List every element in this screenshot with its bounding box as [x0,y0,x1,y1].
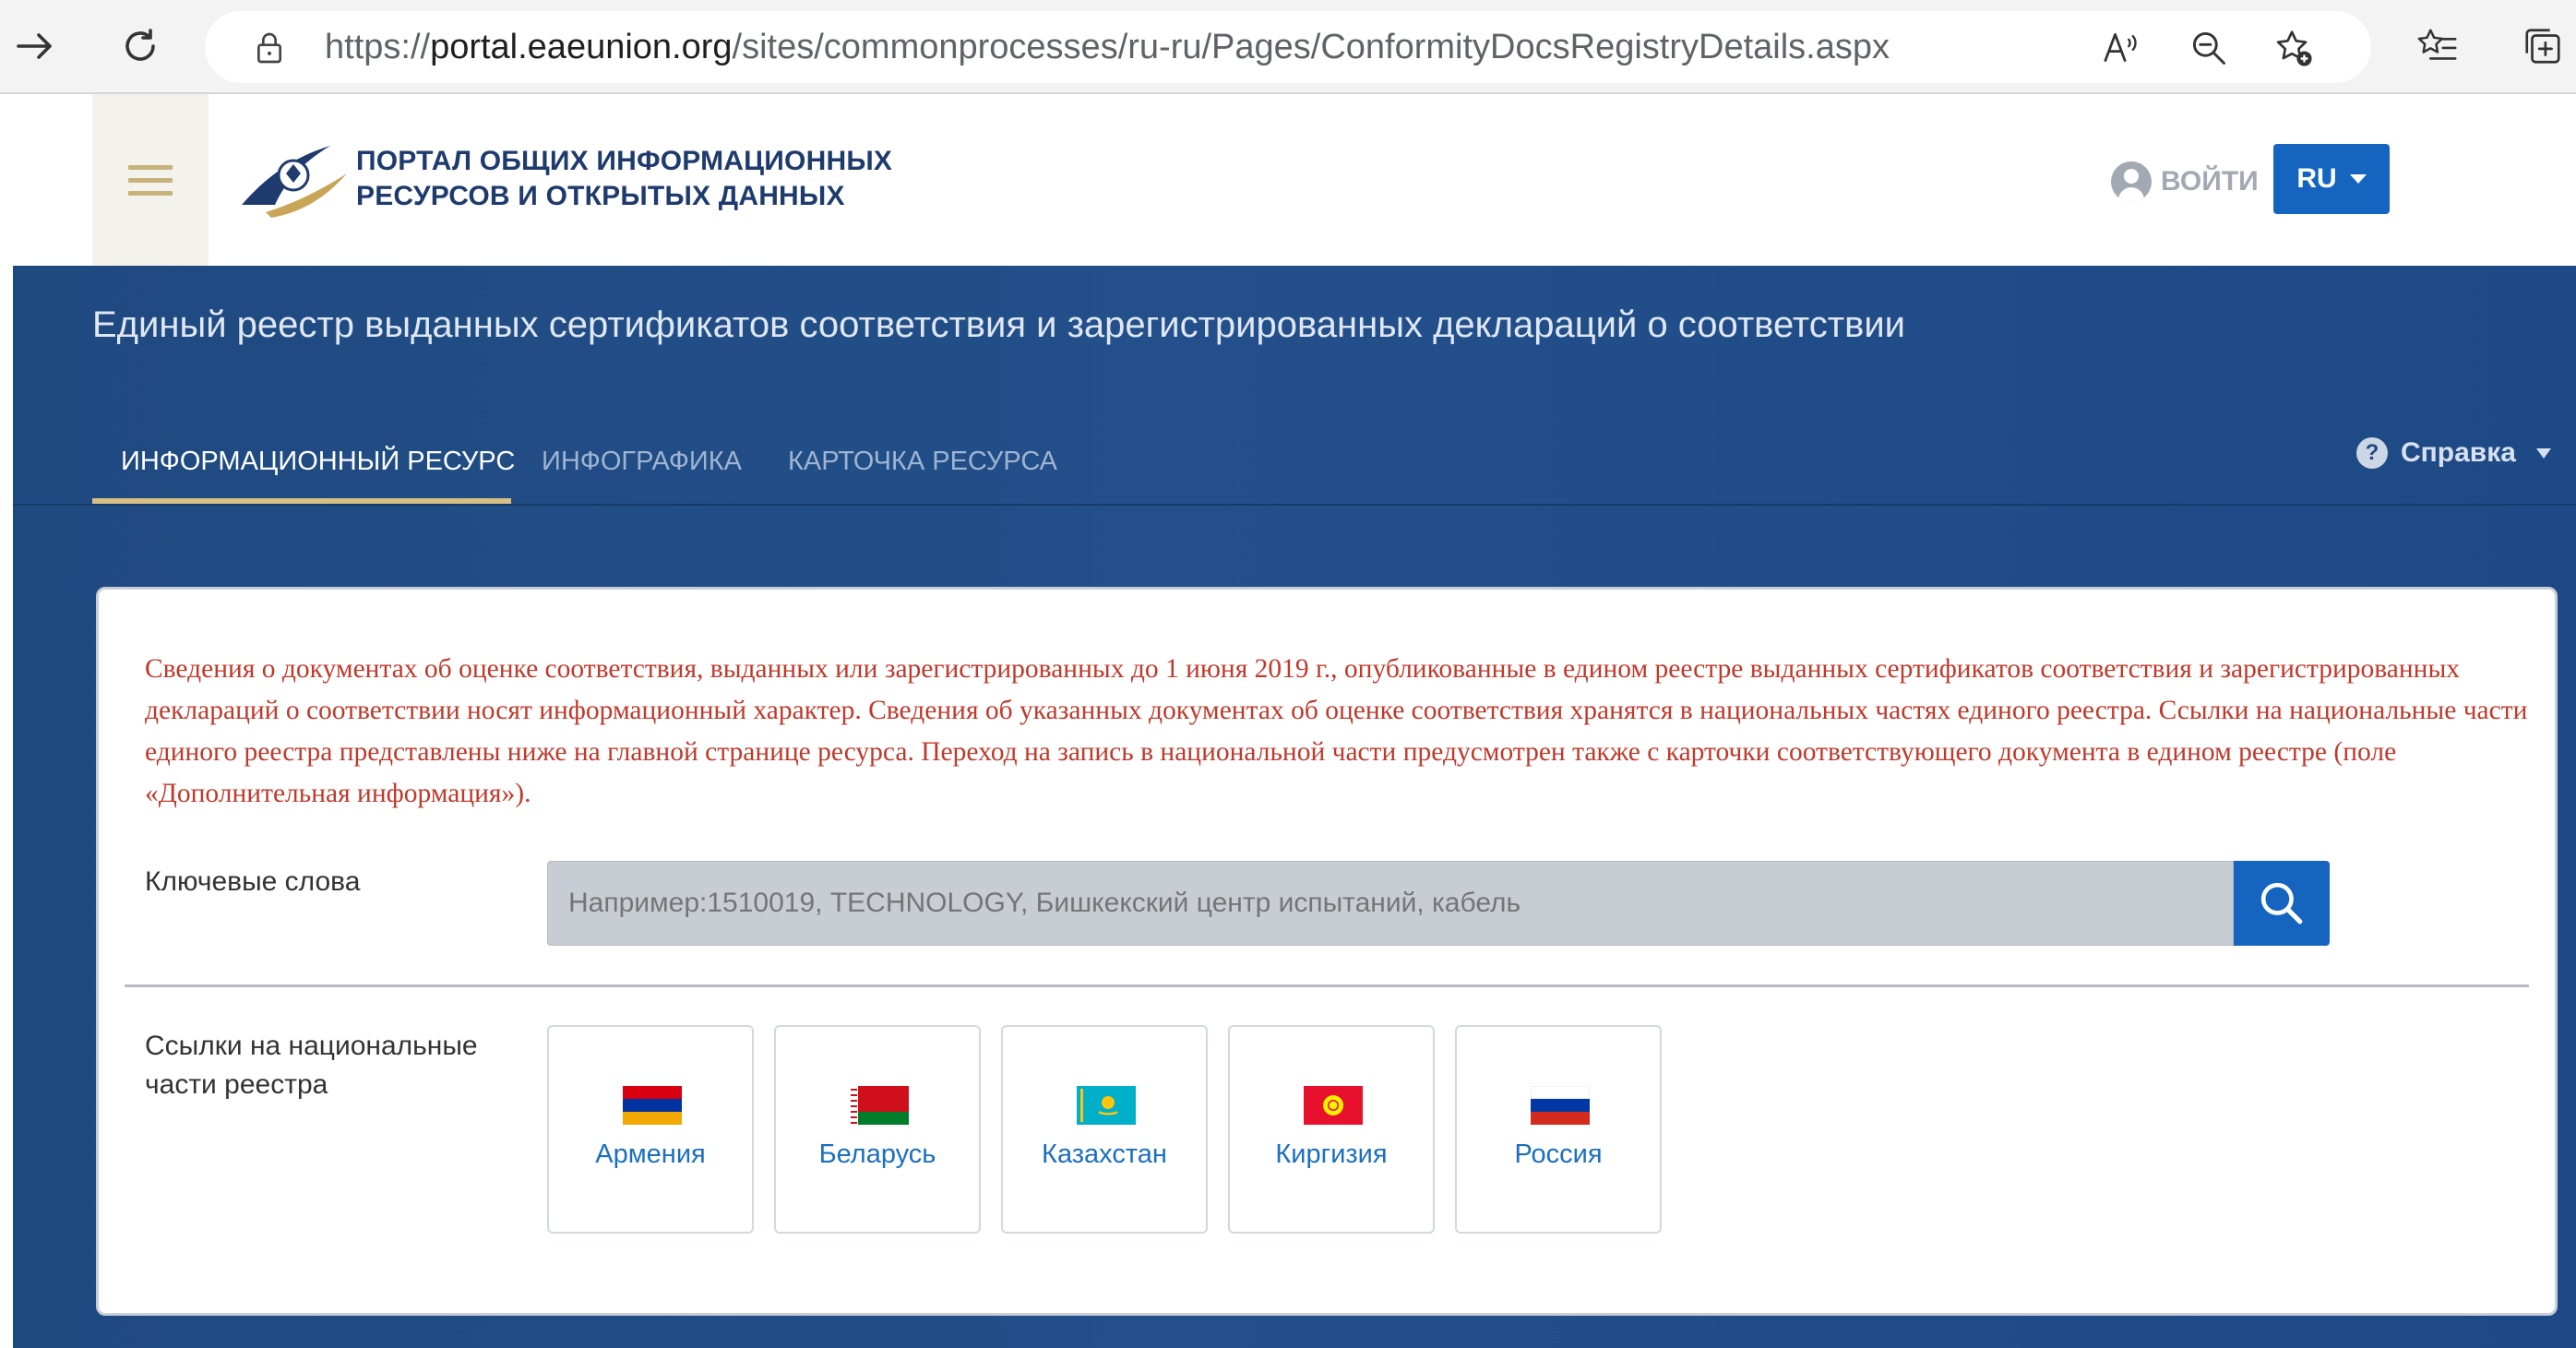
belarus-flag-icon [850,1086,909,1125]
keywords-search-input[interactable] [547,861,2234,946]
disclaimer-notice: Сведения о документах об оценке соответс… [145,654,2528,808]
tabs-divider [13,504,2576,506]
active-tab-indicator [92,498,511,504]
kazakhstan-flag-icon [1077,1086,1136,1125]
url-text[interactable]: https://portal.eaeunion.org/sites/common… [325,29,1890,66]
zoom-out-icon [2192,31,2225,65]
favorites-button[interactable] [2410,18,2465,74]
add-favorite-button[interactable] [2272,26,2316,70]
country-link-kyrgyzstan[interactable]: Киргизия [1228,1025,1435,1234]
reload-button[interactable] [107,13,173,79]
read-aloud-icon [2104,32,2137,63]
country-name: Армения [595,1139,706,1169]
menu-button[interactable] [92,94,209,266]
question-icon: ? [2356,437,2388,469]
russia-flag-icon [1531,1086,1590,1125]
star-add-icon [2276,30,2312,66]
hamburger-icon [128,157,173,204]
section-divider [125,984,2529,987]
login-button[interactable]: ВОЙТИ [2111,161,2259,203]
search-icon [2260,882,2303,925]
reload-icon [125,29,155,61]
portal-title[interactable]: ПОРТАЛ ОБЩИХ ИНФОРМАЦИОННЫХ РЕСУРСОВ И О… [356,144,892,214]
zoom-out-button[interactable] [2187,26,2231,70]
tab-resource-card[interactable]: КАРТОЧКА РЕСУРСА [788,439,1057,504]
armenia-flag-icon [623,1086,682,1125]
forward-button[interactable] [2,13,68,79]
browser-toolbar: https://portal.eaeunion.org/sites/common… [0,0,2576,94]
tab-infographics[interactable]: ИНФОГРАФИКА [542,439,742,504]
address-bar[interactable]: https://portal.eaeunion.org/sites/common… [205,11,2371,83]
page-title: Единый реестр выданных сертификатов соот… [92,304,1905,345]
country-link-belarus[interactable]: Беларусь [774,1025,981,1234]
caret-down-icon [2349,174,2367,184]
country-link-armenia[interactable]: Армения [547,1025,754,1234]
user-icon [2111,161,2152,202]
national-links-label: Ссылки на национальные части реестра [145,1031,478,1100]
help-label: Справка [2401,437,2516,468]
favorites-list-icon [2417,29,2457,60]
registry-section: Единый реестр выданных сертификатов соот… [13,266,2576,1348]
forward-arrow-icon [17,33,52,59]
login-label: ВОЙТИ [2161,166,2259,197]
eaeu-logo[interactable] [238,140,351,218]
collections-button[interactable] [2515,18,2570,74]
country-name: Беларусь [818,1139,936,1169]
country-name: Казахстан [1042,1139,1167,1169]
registry-card: Сведения о документах об оценке соответс… [96,587,2558,1316]
country-link-russia[interactable]: Россия [1455,1025,1662,1234]
country-name: Киргизия [1275,1139,1388,1169]
kyrgyzstan-flag-icon [1304,1086,1363,1125]
lock-icon [257,32,281,64]
keywords-label: Ключевые слова [145,866,361,897]
search-button[interactable] [2234,861,2330,946]
country-link-kazakhstan[interactable]: Казахстан [1001,1025,1208,1234]
read-aloud-button[interactable] [2098,26,2142,70]
triangle-down-icon [2535,447,2551,459]
help-dropdown[interactable]: ? Справка [2356,437,2551,469]
language-label: RU [2296,163,2337,194]
collections-icon [2525,29,2560,64]
country-name: Россия [1514,1139,1603,1169]
language-dropdown[interactable]: RU [2273,144,2390,214]
tab-information-resource[interactable]: ИНФОРМАЦИОННЫЙ РЕСУРС [121,439,515,504]
portal-header: ПОРТАЛ ОБЩИХ ИНФОРМАЦИОННЫХ РЕСУРСОВ И О… [13,94,2576,266]
